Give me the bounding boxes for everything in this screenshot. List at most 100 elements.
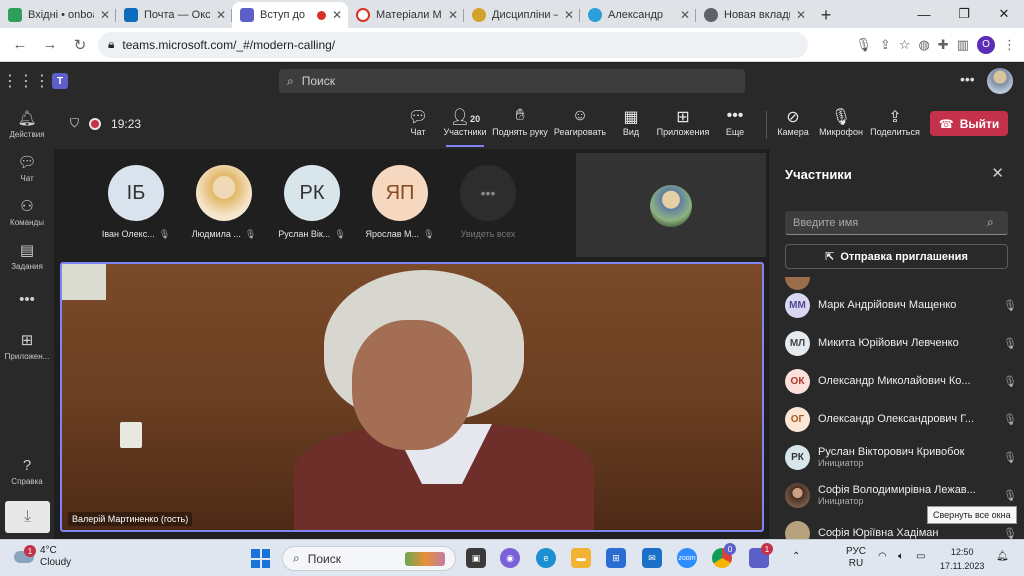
close-tab-icon[interactable]: ✕ [448,8,458,22]
tray-chevron-icon[interactable]: ⌃ [792,551,800,562]
volume-icon[interactable]: 🔈︎ [898,551,904,562]
camera-off-icon: ⊘ [786,109,800,126]
edge-icon[interactable]: e [536,548,556,568]
restore-icon[interactable]: ❐ [944,0,984,28]
chat-button[interactable]: 💬︎ Чат [404,107,432,137]
list-item[interactable]: Софія Володимирівна Лежав... Инициатор 🎙︎ [785,481,1017,509]
close-icon[interactable]: ✕ [991,164,1004,182]
teams-app-icon[interactable]: 1 [749,543,773,568]
chrome-icon[interactable]: 0 [712,543,736,568]
rail-item-activity[interactable]: 🔔︎ Действия [0,109,54,139]
rail-item-assignments[interactable]: ▤ Задания [0,241,54,271]
browser-tab[interactable]: Новая вкладк ✕ [696,2,812,28]
apps-button[interactable]: ⊞ Приложения [654,107,712,137]
list-item[interactable]: МЛ Микита Юрійович Левченко 🎙︎ [785,329,1017,357]
share-button[interactable]: ⇪ Поделиться [870,107,920,137]
more-icon[interactable]: ••• [960,71,975,87]
plus-icon: ⊞ [676,109,690,126]
zoom-icon[interactable]: zoom [677,548,697,568]
cloud-icon: 1 [14,545,36,563]
see-all-button[interactable]: ••• Увидеть всех [448,165,528,239]
microphone-button[interactable]: 🎙︎ Микрофон [818,107,864,137]
camera-button[interactable]: ⊘ Камера [776,107,810,137]
search-icon: ⌕ [287,73,294,88]
star-icon[interactable]: ☆ [899,37,911,53]
language-indicator[interactable]: РУС RU [846,546,866,570]
notifications-icon[interactable]: 🔔︎ [996,551,1009,562]
menu-icon[interactable]: ⋮ [1003,37,1016,53]
browser-tab[interactable]: Матеріали Мо ✕ [348,2,464,28]
list-item[interactable]: РК Руслан Вікторович Кривобок Инициатор 🎙… [785,443,1017,471]
mail-icon[interactable]: ✉ [642,548,662,568]
mic-icon[interactable]: 🎙︎ [855,37,872,53]
store-icon[interactable]: ⊞ [606,548,626,568]
close-tab-icon[interactable]: ✕ [100,8,110,22]
list-item[interactable]: ММ Марк Андрійович Мащенко 🎙︎ [785,291,1017,319]
participant-tile[interactable]: ЯП Ярослав М... 🎙︎ [360,165,440,240]
rail-item-chat[interactable]: 💬︎ Чат [0,153,54,183]
browser-tab[interactable]: Дисципліни – ✕ [464,2,580,28]
participant-avatar: РК [785,444,810,470]
participants-button[interactable]: 👤︎20 Участники [442,107,488,147]
address-bar[interactable]: 🔒︎ teams.microsoft.com/_#/modern-calling… [98,31,808,58]
list-item[interactable]: ОГ Олександр Олександрович Г... 🎙︎ [785,405,1017,433]
taskbar-search[interactable]: ⌕ Поиск [282,546,456,571]
browser-tab-active[interactable]: Вступ до ✕ [232,2,348,28]
more-icon: ••• [460,165,516,221]
globe-icon[interactable]: ◍ [918,37,929,53]
close-tab-icon[interactable]: ✕ [332,8,342,22]
more-icon: ••• [726,107,744,124]
layout-icon: ▦ [623,109,639,126]
chat-app-icon[interactable]: ◉ [500,548,520,568]
close-tab-icon[interactable]: ✕ [216,8,226,22]
clock[interactable]: 12:50 17.11.2023 [940,545,984,573]
leave-button[interactable]: ☎︎ Выйти [930,111,1008,136]
download-app-icon[interactable]: ⤓ [5,501,50,533]
sidepanel-icon[interactable]: ▥ [957,37,969,53]
browser-tab[interactable]: Александр ✕ [580,2,696,28]
browser-tab[interactable]: Почта — Окс ✕ [116,2,232,28]
new-tab-button[interactable]: + [812,2,840,28]
extensions-icon[interactable]: ✚ [938,37,949,53]
close-window-icon[interactable]: ✕ [984,0,1024,28]
back-icon[interactable]: ← [8,33,32,57]
task-view-icon[interactable]: ▣ [466,548,486,568]
minimize-icon[interactable]: — [904,0,944,28]
hand-icon: ✋︎ [515,107,525,124]
main-video[interactable]: Валерій Мартиненко (гость) [60,262,764,532]
speaker-name: Валерій Мартиненко (гость) [68,512,193,526]
view-button[interactable]: ▦ Вид [616,107,646,137]
list-item[interactable]: ОК Олександр Миколайович Ко... 🎙︎ [785,367,1017,395]
profile-avatar[interactable]: O [977,35,995,54]
user-avatar[interactable] [987,68,1013,94]
send-invite-button[interactable]: ⇱ Отправка приглашения [785,244,1008,269]
close-tab-icon[interactable]: ✕ [680,8,690,22]
file-explorer-icon[interactable]: ▬ [571,548,591,568]
forward-icon[interactable]: → [38,33,62,57]
browser-tab[interactable]: Вхідні • onboard✕ [0,2,116,28]
react-button[interactable]: ☺ Реагировать [552,107,608,137]
mic-off-icon: 🎙︎ [1003,375,1017,388]
name-search-input[interactable] [785,211,1008,235]
app-launcher-icon[interactable]: ⋮⋮⋮ [0,71,52,91]
rail-more-icon[interactable]: ••• [0,291,54,311]
raise-hand-button[interactable]: ✋︎ Поднять руку [492,107,548,137]
teams-header: ⋮⋮⋮ T ⌕ Поиск ••• [0,63,1024,99]
participant-tile[interactable]: Людмила ... 🎙︎ [184,165,264,240]
more-button[interactable]: ••• Еще [720,107,750,137]
share-icon[interactable]: ⇪ [880,37,891,53]
rail-item-teams[interactable]: ⚇ Команды [0,197,54,227]
close-tab-icon[interactable]: ✕ [796,8,806,22]
battery-icon[interactable]: ▭ [916,551,925,562]
rail-item-apps[interactable]: ⊞ Приложен... [0,331,54,361]
participant-photo [785,482,810,508]
participant-tile[interactable]: РК Руслан Вік... 🎙︎ [272,165,352,240]
weather-widget[interactable]: 1 4°C Cloudy [14,545,71,569]
teams-search[interactable]: ⌕ Поиск [279,69,745,93]
wifi-icon[interactable]: ◠ [878,551,887,562]
close-tab-icon[interactable]: ✕ [564,8,574,22]
reload-icon[interactable]: ↻ [68,33,92,57]
participant-tile[interactable]: ІБ Іван Олекс... 🎙︎ [96,165,176,240]
rail-item-help[interactable]: ? Справка [0,457,54,486]
start-icon[interactable] [251,549,270,568]
